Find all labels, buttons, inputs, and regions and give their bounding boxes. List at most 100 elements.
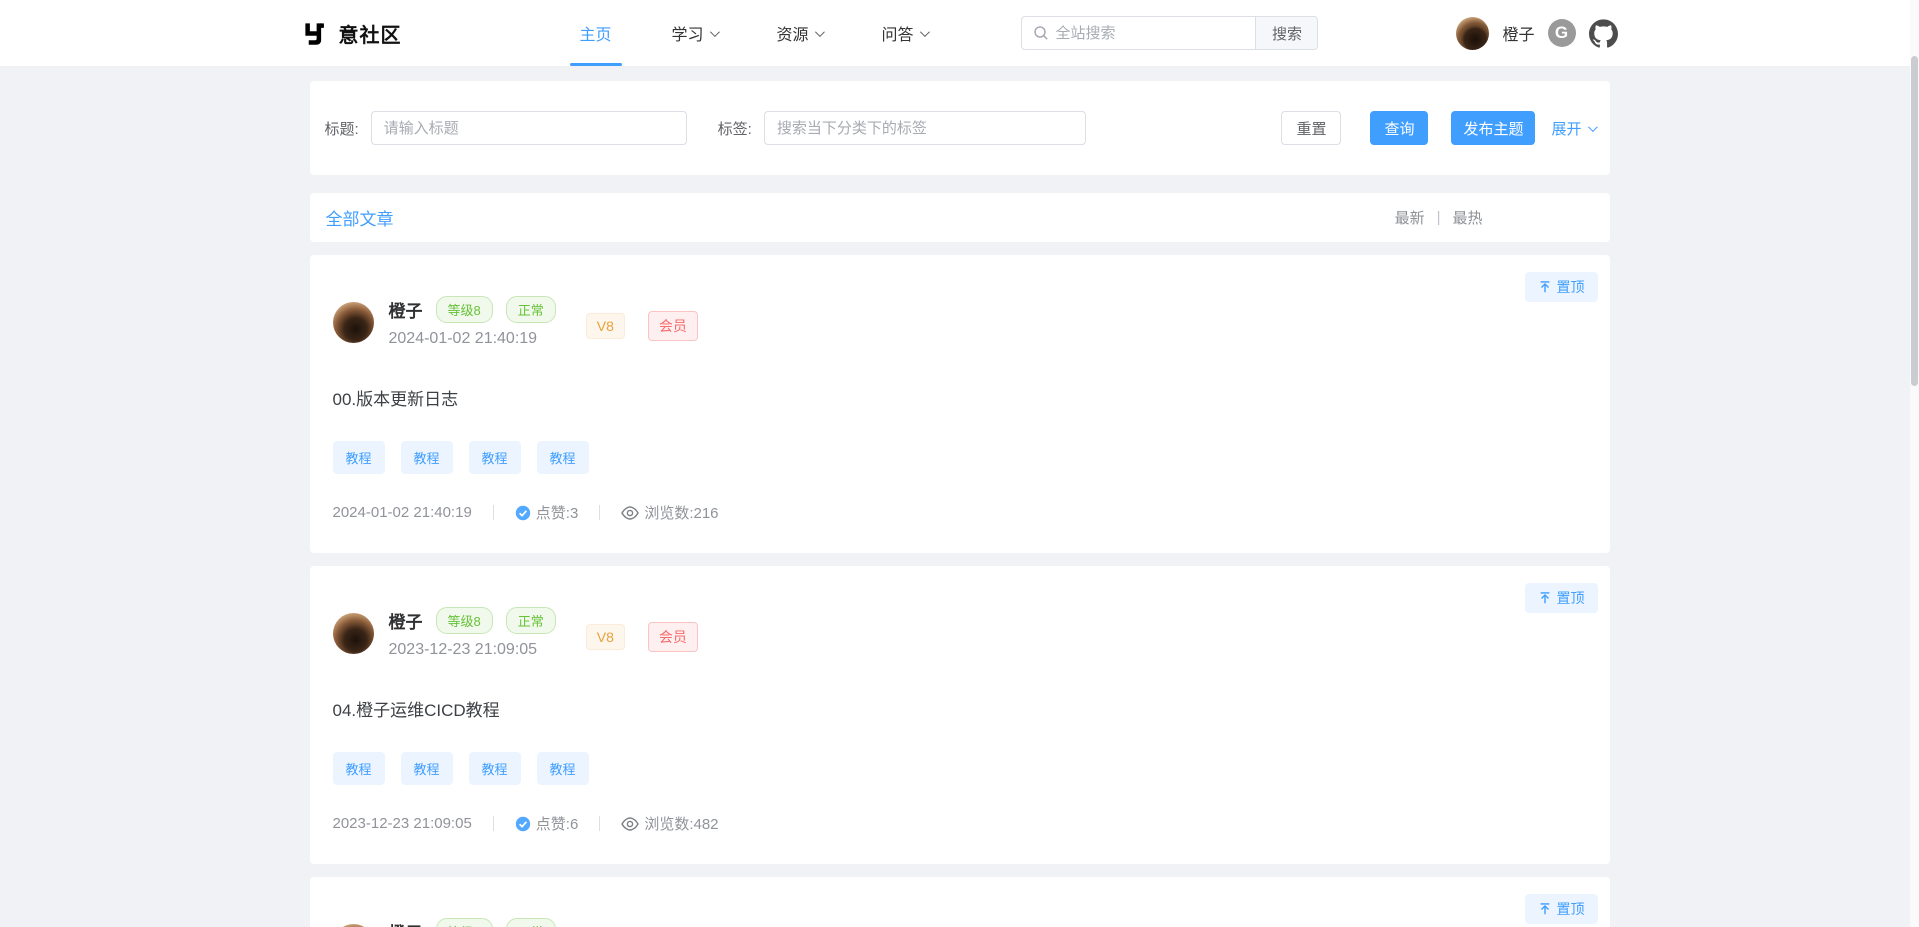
post-tags: 教程 教程 教程 教程 bbox=[333, 441, 1587, 474]
sort-newest[interactable]: 最新 bbox=[1395, 207, 1425, 228]
member-badge: 会员 bbox=[648, 622, 698, 652]
pin-button[interactable]: 置顶 bbox=[1525, 894, 1598, 924]
post-tag[interactable]: 教程 bbox=[537, 752, 589, 785]
post-tag[interactable]: 教程 bbox=[333, 752, 385, 785]
check-circle-icon bbox=[515, 505, 531, 521]
search-button[interactable]: 搜索 bbox=[1255, 17, 1317, 49]
check-circle-icon bbox=[515, 816, 531, 832]
sort-divider: | bbox=[1437, 209, 1441, 226]
status-badge: 正常 bbox=[506, 918, 556, 927]
tag-filter-label: 标签: bbox=[718, 118, 752, 139]
post-tag[interactable]: 教程 bbox=[333, 441, 385, 474]
post-datetime: 2023-12-23 21:09:05 bbox=[389, 641, 556, 659]
search-input[interactable] bbox=[1055, 17, 1255, 49]
post-tags: 教程 教程 教程 教程 bbox=[333, 752, 1587, 785]
user-avatar[interactable] bbox=[1456, 17, 1489, 50]
publish-topic-button[interactable]: 发布主题 bbox=[1451, 111, 1535, 145]
likes-stat: 点赞:6 bbox=[515, 813, 579, 834]
views-stat: 浏览数:216 bbox=[621, 502, 718, 523]
post-title[interactable]: 00.版本更新日志 bbox=[333, 385, 1587, 410]
gitee-icon[interactable]: G bbox=[1548, 19, 1576, 47]
views-count: 浏览数:482 bbox=[644, 813, 718, 834]
app-header: 意社区 主页 学习 资源 问答 搜索 bbox=[0, 0, 1919, 67]
post-tag[interactable]: 教程 bbox=[401, 752, 453, 785]
post-tag[interactable]: 教程 bbox=[401, 441, 453, 474]
tag-filter-input[interactable] bbox=[764, 111, 1086, 145]
author-avatar[interactable] bbox=[333, 302, 374, 343]
pin-button[interactable]: 置顶 bbox=[1525, 583, 1598, 613]
github-icon[interactable] bbox=[1589, 19, 1618, 48]
status-badge: 正常 bbox=[506, 607, 556, 634]
post-footer-date: 2024-01-02 21:40:19 bbox=[333, 504, 472, 521]
nav-item-label: 学习 bbox=[672, 21, 704, 45]
post-author-row: 橙子 等级8 正常 2023-12-23 21:09:05 V8 会员 bbox=[333, 607, 1587, 659]
vip-badge: V8 bbox=[586, 624, 625, 650]
author-name[interactable]: 橙子 bbox=[389, 919, 423, 927]
arrow-up-to-top-icon bbox=[1538, 591, 1552, 605]
query-button[interactable]: 查询 bbox=[1370, 111, 1428, 145]
title-filter-input[interactable] bbox=[371, 111, 687, 145]
author-name[interactable]: 橙子 bbox=[389, 297, 423, 322]
divider bbox=[599, 816, 600, 831]
sort-group: 最新 | 最热 bbox=[1395, 207, 1483, 228]
post-tag[interactable]: 教程 bbox=[537, 441, 589, 474]
scrollbar[interactable] bbox=[1910, 0, 1919, 927]
list-header: 全部文章 最新 | 最热 bbox=[310, 193, 1610, 242]
user-name[interactable]: 橙子 bbox=[1502, 21, 1534, 45]
filter-title-group: 标题: bbox=[325, 111, 687, 145]
user-area: 橙子 G bbox=[1456, 17, 1617, 50]
level-badge: 等级8 bbox=[436, 918, 493, 927]
post-author-row: 橙子 等级8 正常 2023-12-16 15:22:38 V8 会员 bbox=[333, 918, 1587, 927]
views-count: 浏览数:216 bbox=[644, 502, 718, 523]
author-avatar[interactable] bbox=[333, 613, 374, 654]
level-badge: 等级8 bbox=[436, 296, 493, 323]
post-author-row: 橙子 等级8 正常 2024-01-02 21:40:19 V8 会员 bbox=[333, 296, 1587, 348]
chevron-down-icon bbox=[1587, 122, 1597, 132]
sort-hottest[interactable]: 最热 bbox=[1452, 207, 1482, 228]
pin-label: 置顶 bbox=[1557, 277, 1585, 297]
pin-label: 置顶 bbox=[1557, 588, 1585, 608]
global-search: 搜索 bbox=[1021, 16, 1318, 50]
author-avatar[interactable] bbox=[333, 924, 374, 927]
author-info: 橙子 等级8 正常 2024-01-02 21:40:19 bbox=[389, 296, 556, 348]
nav-item-resources[interactable]: 资源 bbox=[763, 0, 836, 66]
filter-tag-group: 标签: bbox=[718, 111, 1086, 145]
scrollbar-thumb[interactable] bbox=[1911, 56, 1918, 386]
chevron-down-icon bbox=[815, 27, 825, 37]
vip-badges: V8 会员 bbox=[586, 622, 698, 652]
pin-button[interactable]: 置顶 bbox=[1525, 272, 1598, 302]
main-nav: 主页 学习 资源 问答 bbox=[550, 0, 957, 66]
post-stats: 2023-12-23 21:09:05 点赞:6 浏览数:482 bbox=[333, 813, 1587, 834]
nav-item-qa[interactable]: 问答 bbox=[868, 0, 941, 66]
nav-item-label: 主页 bbox=[580, 21, 612, 45]
divider bbox=[599, 505, 600, 520]
nav-item-label: 资源 bbox=[777, 21, 809, 45]
chevron-down-icon bbox=[920, 27, 930, 37]
author-info: 橙子 等级8 正常 2023-12-23 21:09:05 bbox=[389, 607, 556, 659]
site-logo-icon bbox=[302, 20, 329, 47]
filter-bar: 标题: 标签: 重置 查询 发布主题 展开 bbox=[310, 81, 1610, 175]
likes-count: 点赞:6 bbox=[536, 813, 579, 834]
post-card: 置顶 橙子 等级8 正常 2023-12-16 15:22:38 V8 会员 bbox=[310, 877, 1610, 927]
arrow-up-to-top-icon bbox=[1538, 902, 1552, 916]
all-articles-link[interactable]: 全部文章 bbox=[326, 205, 394, 230]
post-tag[interactable]: 教程 bbox=[469, 441, 521, 474]
expand-toggle[interactable]: 展开 bbox=[1551, 118, 1594, 139]
filter-actions: 重置 查询 发布主题 展开 bbox=[1281, 111, 1594, 145]
post-tag[interactable]: 教程 bbox=[469, 752, 521, 785]
post-card: 置顶 橙子 等级8 正常 2024-01-02 21:40:19 V8 会员 0… bbox=[310, 255, 1610, 553]
eye-icon bbox=[621, 506, 639, 520]
post-title[interactable]: 04.橙子运维CICD教程 bbox=[333, 696, 1587, 721]
author-name[interactable]: 橙子 bbox=[389, 608, 423, 633]
chevron-down-icon bbox=[709, 27, 719, 37]
expand-label: 展开 bbox=[1551, 118, 1581, 139]
brand[interactable]: 意社区 bbox=[302, 19, 402, 48]
nav-item-learn[interactable]: 学习 bbox=[658, 0, 731, 66]
likes-stat: 点赞:3 bbox=[515, 502, 579, 523]
eye-icon bbox=[621, 817, 639, 831]
author-info: 橙子 等级8 正常 2023-12-16 15:22:38 bbox=[389, 918, 556, 927]
nav-item-home[interactable]: 主页 bbox=[566, 0, 626, 66]
site-title: 意社区 bbox=[339, 19, 402, 48]
reset-button[interactable]: 重置 bbox=[1281, 111, 1341, 145]
post-datetime: 2024-01-02 21:40:19 bbox=[389, 330, 556, 348]
